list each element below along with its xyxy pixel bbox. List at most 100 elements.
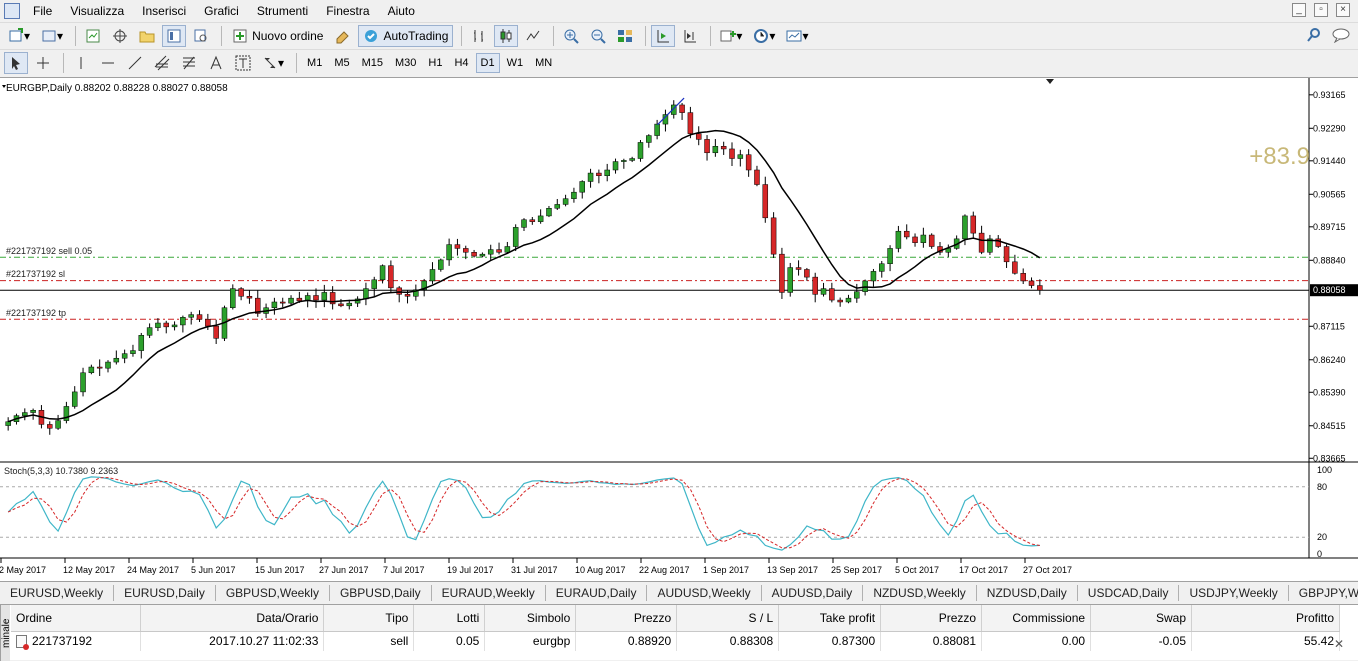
col-current-price[interactable]: Prezzo [880,605,983,632]
table-row[interactable]: 221737192 2017.10.27 11:02:33 sell 0.05 … [11,631,1340,651]
data-window-button[interactable] [108,25,132,47]
bar-chart-button[interactable] [467,25,491,47]
arrows-button[interactable]: ▾ [258,52,288,74]
menu-charts[interactable]: Grafici [195,4,248,18]
tab-gbpjpy-weekly[interactable]: GBPJPY,Weekly [1289,585,1358,601]
date-tick-label: 31 Jul 2017 [511,565,558,575]
strategy-tester-button[interactable] [189,25,213,47]
close-icon[interactable]: × [1336,3,1350,17]
col-datetime[interactable]: Data/Orario [140,605,325,632]
col-type[interactable]: Tipo [323,605,415,632]
tab-audusd-weekly[interactable]: AUDUSD,Weekly [647,584,762,601]
col-commission[interactable]: Commissione [981,605,1092,632]
tab-nzdusd-daily[interactable]: NZDUSD,Daily [977,584,1078,601]
price-chart[interactable]: EURGBP,Daily 0.88202 0.88228 0.88027 0.8… [0,78,1358,581]
col-symbol[interactable]: Simbolo [484,605,577,632]
terminal-button[interactable] [162,25,187,47]
cursor-button[interactable] [4,52,28,74]
market-watch-button[interactable] [81,25,105,47]
timeframe-m5[interactable]: M5 [329,53,354,73]
menu-insert[interactable]: Inserisci [133,4,195,18]
periods-button[interactable]: ▾ [749,25,779,47]
tab-usdcad-daily[interactable]: USDCAD,Daily [1078,584,1180,601]
tile-windows-button[interactable] [613,25,637,47]
menu-window[interactable]: Finestra [317,4,378,18]
candle-body [55,420,61,429]
text-label-button[interactable] [231,52,255,74]
timeframe-mn[interactable]: MN [530,53,557,73]
autotrading-button[interactable]: AutoTrading [358,25,454,47]
tab-euraud-daily[interactable]: EURAUD,Daily [546,584,648,601]
menu-help[interactable]: Aiuto [379,4,424,18]
close-order-icon[interactable]: ✕ [1334,637,1344,651]
profit-cell: 55.42 [1191,631,1340,651]
col-sl[interactable]: S / L [676,605,780,632]
col-tp[interactable]: Take profit [778,605,882,632]
menu-tools[interactable]: Strumenti [248,4,317,18]
timeframe-h1[interactable]: H1 [423,53,447,73]
timeframe-d1[interactable]: D1 [475,53,500,73]
horizontal-line-button[interactable] [96,52,120,74]
menu-view[interactable]: Visualizza [61,4,133,18]
vertical-line-button[interactable] [69,52,93,74]
candlestick-button[interactable] [494,25,519,47]
chart-shift-button[interactable] [678,25,702,47]
crosshair-button[interactable] [31,52,55,74]
timeframe-w1[interactable]: W1 [502,53,529,73]
candle-body [454,244,461,249]
market-watch-icon [86,29,100,43]
price-tick-label: 0.93165 [1313,90,1346,100]
tab-gbpusd-daily[interactable]: GBPUSD,Daily [330,584,432,601]
col-order[interactable]: Ordine [11,605,142,632]
price-tick-label: 0.91440 [1313,156,1346,166]
candle-body [970,215,977,234]
candle-body [712,146,719,154]
tab-audusd-daily[interactable]: AUDUSD,Daily [762,584,864,601]
profiles-button[interactable]: ▾ [37,25,67,47]
navigator-button[interactable] [135,25,159,47]
candle-body [80,372,86,393]
tab-eurusd-daily[interactable]: EURUSD,Daily [114,584,216,601]
trendline-button[interactable] [123,52,147,74]
minimize-icon[interactable]: _ [1292,3,1306,17]
timeframe-m15[interactable]: M15 [357,53,388,73]
zoom-in-button[interactable] [559,25,583,47]
tab-nzdusd-weekly[interactable]: NZDUSD,Weekly [863,584,977,601]
equidistant-channel-button[interactable] [150,52,174,74]
tab-eurusd-weekly[interactable]: EURUSD,Weekly [0,584,115,601]
metaeditor-button[interactable] [331,25,355,47]
chat-icon[interactable] [1332,27,1352,46]
swap-cell: -0.05 [1090,631,1192,651]
text-button[interactable] [204,52,228,74]
zoom-out-button[interactable] [586,25,610,47]
price-cell: 0.88920 [575,631,678,651]
template-icon [786,30,802,42]
search-icon[interactable] [1306,27,1322,46]
col-price[interactable]: Prezzo [575,605,678,632]
timeframe-h4[interactable]: H4 [449,53,473,73]
indicators-button[interactable]: ▾ [716,25,746,47]
date-tick-label: 13 Sep 2017 [767,565,818,575]
fibonacci-button[interactable] [177,52,201,74]
new-order-button[interactable]: Nuovo ordine [227,25,328,47]
line-chart-button[interactable] [521,25,545,47]
candle-body [787,267,793,293]
price-tick-label: 0.84515 [1313,421,1346,431]
timeframe-m1[interactable]: M1 [302,53,327,73]
tab-gbpusd-weekly[interactable]: GBPUSD,Weekly [216,584,330,601]
menu-file[interactable]: File [24,4,61,18]
new-chart-button[interactable]: ▾ [4,25,34,47]
candle-body [47,424,53,429]
tab-usdjpy-weekly[interactable]: USDJPY,Weekly [1179,584,1289,601]
candle-body [562,198,569,205]
col-profit[interactable]: Profitto [1191,605,1340,632]
restore-icon[interactable]: ▫ [1314,3,1328,17]
sl-line-label: #221737192 sl [6,269,65,279]
autoscroll-button[interactable] [651,25,676,47]
col-lots[interactable]: Lotti [413,605,486,632]
templates-button[interactable]: ▾ [782,25,812,47]
chart-window[interactable]: EURGBP,Daily 0.88202 0.88228 0.88027 0.8… [0,77,1358,581]
tab-euraud-weekly[interactable]: EURAUD,Weekly [432,584,546,601]
timeframe-m30[interactable]: M30 [390,53,421,73]
col-swap[interactable]: Swap [1090,605,1192,632]
